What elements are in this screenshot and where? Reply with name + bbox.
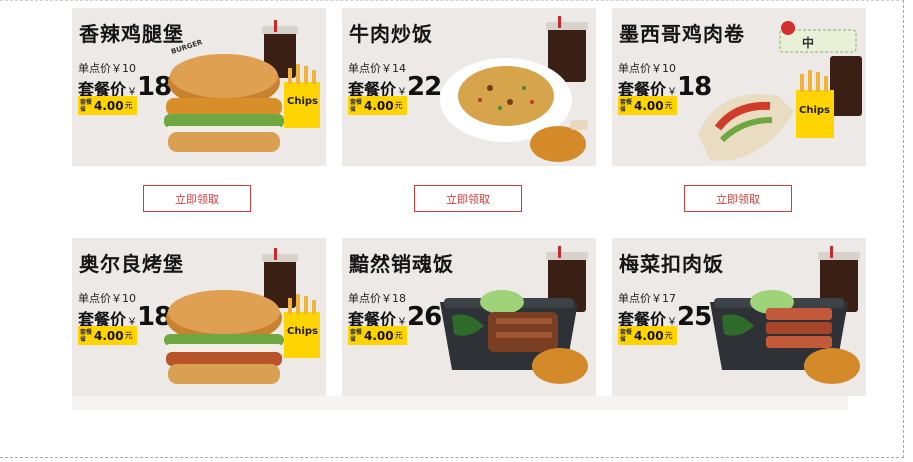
claim-button[interactable]: 立即领取 <box>143 185 251 212</box>
combo-card-char-siu-rice[interactable]: 黯然销魂饭 单点价￥18 套餐价￥26 套餐省 4.00 元 <box>342 238 596 396</box>
grid-bottom-strip <box>72 396 848 410</box>
combo-card-beef-fried-rice[interactable]: 牛肉炒饭 单点价￥14 套餐价￥22 套餐省 4.00 元 <box>342 8 596 166</box>
svg-text:Chips: Chips <box>799 105 830 116</box>
claim-button[interactable]: 立即领取 <box>684 185 792 212</box>
savings-badge: 套餐省 4.00 元 <box>348 326 407 345</box>
preserved-veg-pork-rice-combo-image <box>710 246 860 384</box>
combo-card-spicy-chicken-burger[interactable]: 香辣鸡腿堡 单点价￥10 套餐价￥18 套餐省 4.00 元 BURGER Chip… <box>72 8 326 166</box>
savings-badge: 套餐省 4.00 元 <box>618 326 677 345</box>
mexican-chicken-wrap-combo-image: 中 Chips <box>698 21 862 161</box>
combo-title: 牛肉炒饭 <box>349 22 433 46</box>
savings-badge: 套餐省 4.00 元 <box>348 96 407 115</box>
savings-badge: 套餐省 4.00 元 <box>618 96 677 115</box>
chicken-burger-combo-image: BURGER Chips <box>164 20 320 152</box>
combo-card-preserved-veg-pork-rice[interactable]: 梅菜扣肉饭 单点价￥17 套餐价￥25 套餐省 4.00 元 <box>612 238 866 396</box>
savings-badge: 套餐省 4.00 元 <box>78 96 137 115</box>
svg-text:中: 中 <box>802 35 814 50</box>
savings-badge: 套餐省 4.00 元 <box>78 326 137 345</box>
claim-button[interactable]: 立即领取 <box>414 185 522 212</box>
beef-fried-rice-combo-image <box>440 16 588 162</box>
char-siu-rice-combo-image <box>440 246 588 384</box>
orleans-burger-combo-image: Chips <box>164 248 320 384</box>
svg-text:Chips: Chips <box>287 96 318 107</box>
svg-text:Chips: Chips <box>287 326 318 337</box>
combo-card-mexican-chicken-wrap[interactable]: 墨西哥鸡肉卷 单点价￥10 套餐价￥18 套餐省 4.00 元 中 Chips <box>612 8 866 166</box>
combo-card-orleans-burger[interactable]: 奥尔良烤堡 单点价￥10 套餐价￥18 套餐省 4.00 元 Chips <box>72 238 326 396</box>
svg-text:BURGER: BURGER <box>170 38 204 56</box>
